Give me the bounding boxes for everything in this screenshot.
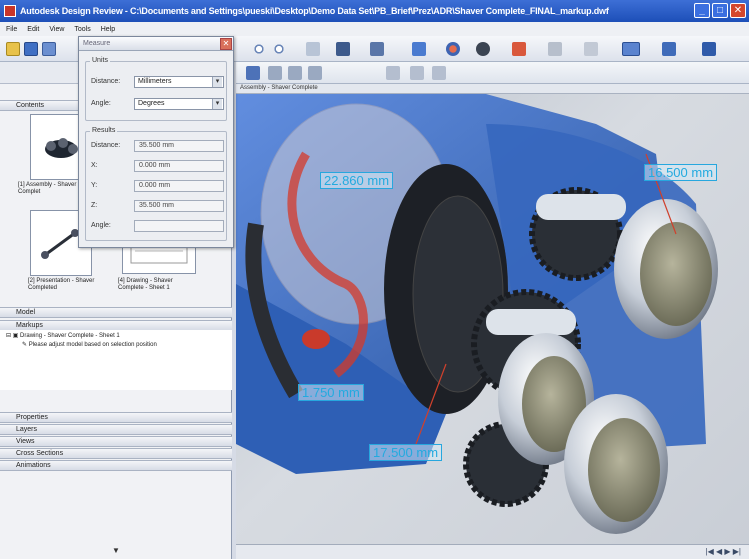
hide-icon[interactable] <box>432 66 446 80</box>
minimize-button[interactable]: _ <box>694 3 710 18</box>
result-distance-field: 35.500 mm <box>134 140 224 152</box>
left-pane-scroll-down-icon[interactable]: ▼ <box>112 546 120 555</box>
menu-bar: File Edit View Tools Help <box>0 22 749 36</box>
menu-tools[interactable]: Tools <box>74 26 90 33</box>
measure-dialog: Measure ✕ Units Distance: Millimeters An… <box>78 36 234 248</box>
title-bar[interactable]: Autodesk Design Review - C:\Documents an… <box>0 0 749 22</box>
select-icon[interactable] <box>370 42 384 56</box>
markup-tree: ⊟ ▣ Drawing - Shaver Complete - Sheet 1 … <box>0 330 232 390</box>
reset-icon[interactable] <box>410 66 424 80</box>
status-bar: |◀ ◀ ▶ ▶| <box>236 544 749 559</box>
angle-unit-label: Angle: <box>91 100 111 107</box>
result-angle-field <box>134 220 224 232</box>
measure-dialog-title[interactable]: Measure <box>79 37 233 51</box>
window-title: Autodesk Design Review - C:\Documents an… <box>20 6 609 16</box>
note-icon: ✎ <box>22 342 29 348</box>
thumbnail-label-drawing: [4] Drawing - Shaver Complete - Sheet 1 <box>118 278 173 291</box>
camera-icon[interactable] <box>476 42 490 56</box>
markup-tree-child-label: Please adjust model based on selection p… <box>28 342 157 348</box>
properties-header[interactable]: Properties <box>0 412 232 423</box>
markup-toolbar <box>236 62 749 84</box>
units-group-title: Units <box>90 57 110 64</box>
maximize-button[interactable]: □ <box>712 3 728 18</box>
orbit-icon[interactable] <box>336 42 350 56</box>
menu-help[interactable]: Help <box>101 26 115 33</box>
expand-icon[interactable]: ⊟ ▣ <box>6 333 20 339</box>
units-group: Units Distance: Millimeters Angle: Degre… <box>85 57 227 121</box>
app-logo-icon <box>4 5 16 17</box>
markup-scale-icon[interactable] <box>308 66 322 80</box>
viewport-tab[interactable]: Assembly - Shaver Complete <box>236 84 749 94</box>
result-y-label: Y: <box>91 182 98 189</box>
text-icon[interactable] <box>584 42 598 56</box>
result-distance-label: Distance: <box>91 142 121 149</box>
shaver-model-render <box>236 94 718 534</box>
markup-tree-child[interactable]: ✎ Please adjust model based on selection… <box>22 341 157 348</box>
pan-icon[interactable] <box>306 42 320 56</box>
views-header[interactable]: Views <box>0 436 232 447</box>
settings-icon[interactable] <box>702 42 716 56</box>
measure-icon[interactable] <box>412 42 426 56</box>
layers-header[interactable]: Layers <box>0 424 232 435</box>
markup-icon[interactable] <box>512 42 526 56</box>
markup-move-icon[interactable] <box>268 66 282 80</box>
open-icon[interactable] <box>6 42 20 56</box>
menu-file[interactable]: File <box>6 26 17 33</box>
dimension-label-2[interactable]: 16.500 mm <box>644 164 718 181</box>
page-navigation-icon[interactable]: |◀ ◀ ▶ ▶| <box>706 547 741 556</box>
markup-select-icon[interactable] <box>246 66 260 80</box>
model-header[interactable]: Model <box>0 307 232 318</box>
result-angle-label: Angle: <box>91 222 111 229</box>
3d-viewport[interactable]: 22.860 mm 16.500 mm 1.750 mm 17.500 mm <box>236 84 749 544</box>
zoom-out-icon[interactable] <box>272 42 286 56</box>
result-x-field: 0.000 mm <box>134 160 224 172</box>
distance-unit-label: Distance: <box>91 78 121 85</box>
results-group-title: Results <box>90 127 118 134</box>
menu-view[interactable]: View <box>49 26 64 33</box>
markup-rotate-icon[interactable] <box>288 66 302 80</box>
angle-unit-select[interactable]: Degrees <box>134 98 224 110</box>
result-x-label: X: <box>91 162 98 169</box>
animations-header[interactable]: Animations <box>0 460 232 471</box>
results-group: Results Distance: 35.500 mm X: 0.000 mm … <box>85 127 227 241</box>
view-icon[interactable] <box>622 42 640 56</box>
explode-icon[interactable] <box>386 66 400 80</box>
save-icon[interactable] <box>24 42 38 56</box>
grid-icon[interactable] <box>662 42 676 56</box>
print-icon[interactable] <box>42 42 56 56</box>
pen-icon[interactable] <box>548 42 562 56</box>
section-icon[interactable] <box>446 42 460 56</box>
close-button[interactable]: ✕ <box>730 3 746 18</box>
app-window: Autodesk Design Review - C:\Documents an… <box>0 0 749 559</box>
dialog-close-button[interactable]: ✕ <box>220 38 232 50</box>
dimension-label-3[interactable]: 1.750 mm <box>298 384 364 401</box>
result-z-label: Z: <box>91 202 98 209</box>
thumbnail-label-presentation: [2] Presentation - Shaver Completed <box>28 278 95 291</box>
markup-tree-root-label: Drawing - Shaver Complete - Sheet 1 <box>20 333 120 339</box>
dimension-label-1[interactable]: 22.860 mm <box>320 172 394 189</box>
zoom-in-icon[interactable] <box>252 42 266 56</box>
menu-edit[interactable]: Edit <box>27 26 39 33</box>
result-z-field: 35.500 mm <box>134 200 224 212</box>
distance-unit-select[interactable]: Millimeters <box>134 76 224 88</box>
markup-tree-root[interactable]: ⊟ ▣ Drawing - Shaver Complete - Sheet 1 <box>6 332 120 339</box>
cross-sections-header[interactable]: Cross Sections <box>0 448 232 459</box>
dimension-label-4[interactable]: 17.500 mm <box>369 444 443 461</box>
result-y-field: 0.000 mm <box>134 180 224 192</box>
